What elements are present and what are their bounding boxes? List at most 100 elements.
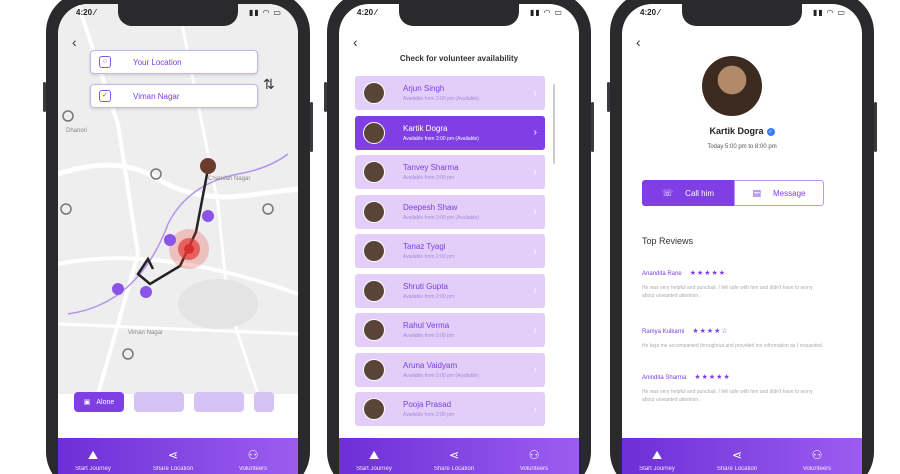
volunteer-availability: Available from 2:00 pm [403, 412, 455, 418]
volunteer-availability: Available from 2:00 pm (Available) [403, 96, 479, 102]
profile-name-row: Kartik Dogra ✓ [622, 126, 862, 136]
page-title: Check for volunteer availability [399, 54, 519, 63]
tab-volunteers[interactable]: ⚇ Volunteers [499, 448, 569, 472]
share-icon: ⋖ [167, 448, 179, 462]
status-icons: ▮▮ ◠ ▭ [249, 8, 282, 17]
volunteer-text: Shruti Gupta Available from 2:00 pm [403, 282, 534, 300]
group-icon: ⚇ [811, 448, 823, 462]
call-button[interactable]: ☏ Call him [642, 180, 734, 206]
power-button [591, 102, 594, 152]
tab-start-journey[interactable]: ⛰ Start Journey [58, 448, 128, 472]
phone-map: 4:20 ⁄ ▮▮ ◠ ▭ Dhanori Viman Nagar Chanda… [43, 0, 313, 474]
volunteer-row[interactable]: Shruti Gupta Available from 2:00 pm › [355, 273, 545, 308]
volunteer-availability: Available from 2:00 pm [403, 175, 455, 181]
group-icon: ⚇ [247, 448, 259, 462]
tab-start-journey[interactable]: ⛰ Start Journey [622, 448, 692, 472]
chevron-right-icon: › [533, 166, 537, 178]
reviewer-name: Anindita Sharma [642, 375, 687, 381]
your-location-label: Your Location [133, 57, 182, 67]
volunteer-row[interactable]: Rahul Verma Available from 2:00 pm › [355, 313, 545, 347]
map-screen: 4:20 ⁄ ▮▮ ◠ ▭ Dhanori Viman Nagar Chanda… [58, 4, 298, 474]
volunteer-row[interactable]: Kartik Dogra Available from 2:00 pm (Avai… [355, 115, 545, 150]
your-location-field[interactable]: ○ Your Location [90, 50, 258, 74]
volunteer-text: Aruna Vaidyam Available from 2:00 pm (Ava… [403, 361, 534, 379]
volunteer-name: Tanvey Sharma [403, 163, 459, 172]
phone-list: 4:20 ⁄ ▮▮ ◠ ▭ ‹ Check for volunteer avai… [324, 0, 594, 474]
volunteer-text: Pooja Prasad Available from 2:00 pm [403, 400, 534, 418]
rating-stars: ★★★★☆ [692, 328, 729, 335]
volunteer-availability: Available from 2:00 pm [403, 254, 455, 260]
chip-alone-label: Alone [96, 398, 115, 406]
avatar [363, 279, 385, 302]
tab-share-location[interactable]: ⋖ Share Location [138, 448, 208, 472]
status-time: 4:20 ⁄ [640, 8, 660, 17]
status-bar: 4:20 ⁄ ▮▮ ◠ ▭ [622, 8, 862, 22]
tab-start-journey[interactable]: ⛰ Start Journey [339, 448, 409, 472]
review-text: He was very helpful and punctual. I felt… [642, 389, 813, 403]
tab-label: Volunteers [519, 466, 549, 472]
rating-stars: ★★★★★ [689, 270, 727, 277]
tab-bar: ⛰ Start Journey ⋖ Share Location ⚇ Voluntee… [622, 438, 862, 474]
volume-button [607, 82, 610, 112]
volunteer-availability: Available from 2:00 pm [403, 293, 455, 300]
avatar [363, 319, 385, 341]
chevron-right-icon: › [533, 87, 537, 99]
volunteer-availability: Available from 2:00 pm [403, 333, 455, 339]
map-label-dhanori: Dhanori [66, 128, 88, 134]
volunteer-row[interactable]: Deepesh Shaw Available from 2:00 pm (Avai… [355, 194, 545, 229]
back-icon[interactable]: ‹ [353, 34, 358, 50]
tab-volunteers[interactable]: ⚇ Volunteers [218, 448, 288, 472]
mode-chips: ▣ Alone [58, 392, 298, 418]
status-bar: 4:20 ⁄ ▮▮ ◠ ▭ [339, 8, 579, 22]
scrollbar[interactable] [553, 84, 555, 164]
profile-screen: 4:20 ⁄ ▮▮ ◠ ▭ ‹ Kartik Dogra ✓ Today 5:00… [622, 4, 862, 474]
group-icon: ⚇ [528, 448, 540, 462]
chevron-right-icon: › [533, 403, 537, 415]
tab-label: Start Journey [639, 466, 675, 472]
tab-label: Volunteers [802, 466, 832, 472]
avatar [363, 121, 385, 144]
share-icon: ⋖ [448, 448, 460, 462]
chip-2[interactable] [134, 392, 184, 412]
message-icon: ▤ [752, 187, 762, 198]
status-icons: ▮▮ ◠ ▭ [813, 8, 846, 17]
destination-field[interactable]: ✓ Viman Nagar [90, 84, 258, 108]
back-icon[interactable]: ‹ [636, 34, 641, 50]
avatar [363, 240, 385, 262]
back-icon[interactable]: ‹ [72, 34, 77, 50]
volunteer-text: Arjun Singh Available from 2:00 pm (Avail… [403, 84, 534, 102]
review-item: Ramya Kulkarni ★★★★☆ He kept me accompani… [642, 320, 826, 350]
volunteer-name: Arjun Singh [403, 84, 445, 93]
swap-icon[interactable]: ⇅ [263, 76, 275, 93]
tab-label: Start Journey [75, 466, 111, 472]
status-icons: ▮▮ ◠ ▭ [530, 8, 563, 17]
volunteer-row[interactable]: Tanaz Tyagi Available from 2:00 pm › [355, 234, 545, 268]
volunteer-row[interactable]: Pooja Prasad Available from 2:00 pm › [355, 392, 545, 426]
tab-share-location[interactable]: ⋖ Share Location [419, 448, 489, 472]
message-button[interactable]: ▤ Message [734, 180, 824, 206]
chip-3[interactable] [194, 392, 244, 412]
volunteer-row[interactable]: Arjun Singh Available from 2:00 pm (Avail… [355, 76, 545, 110]
location-icon: ○ [99, 56, 111, 68]
tab-share-location[interactable]: ⋖ Share Location [702, 448, 772, 472]
power-button [874, 102, 877, 152]
chevron-right-icon: › [533, 324, 537, 336]
tab-label: Share Location [152, 466, 194, 472]
share-icon: ⋖ [731, 448, 743, 462]
status-time: 4:20 ⁄ [357, 8, 377, 17]
chevron-right-icon: › [533, 285, 537, 296]
volunteer-text: Kartik Dogra Available from 2:00 pm (Avai… [403, 124, 534, 142]
chip-4[interactable] [254, 392, 274, 412]
avatar [363, 398, 385, 420]
rating-stars: ★★★★★ [694, 374, 731, 381]
volunteer-text: Tanaz Tyagi Available from 2:00 pm [403, 242, 534, 260]
list-screen: 4:20 ⁄ ▮▮ ◠ ▭ ‹ Check for volunteer avai… [339, 4, 579, 474]
tab-volunteers[interactable]: ⚇ Volunteers [782, 448, 852, 472]
chip-alone[interactable]: ▣ Alone [74, 392, 124, 412]
call-label: Call him [685, 188, 715, 198]
status-bar: 4:20 ⁄ ▮▮ ◠ ▭ [58, 8, 298, 22]
volunteer-row[interactable]: Tanvey Sharma Available from 2:00 pm › [355, 155, 545, 189]
avatar [363, 200, 385, 223]
reviews-heading: Top Reviews [642, 236, 694, 246]
volunteer-row[interactable]: Aruna Vaidyam Available from 2:00 pm (Ava… [355, 352, 545, 387]
